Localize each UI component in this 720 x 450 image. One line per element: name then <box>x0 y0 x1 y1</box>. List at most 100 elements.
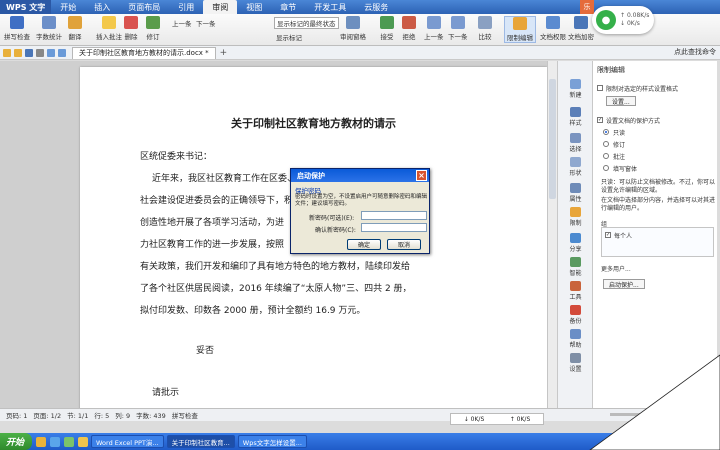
save-icon[interactable] <box>25 48 33 57</box>
option-form-radio[interactable] <box>603 165 609 171</box>
tools-icon <box>570 281 581 291</box>
speed-float-widget[interactable]: ↓ 0K/S ↑ 0K/S <box>450 413 544 425</box>
show-markup-dropdown[interactable]: 显示标记 <box>276 32 302 42</box>
doc-permission-button[interactable]: 文档权限 <box>540 16 566 41</box>
compare-button[interactable]: 比较 <box>478 16 492 41</box>
insert-comment-button[interactable]: 插入批注 <box>96 16 122 41</box>
start-button[interactable]: 开始 <box>0 433 33 450</box>
network-speed-widget[interactable]: ● ↑ 0.08K/s ↓ 0K/s <box>592 6 654 34</box>
show-markup-select[interactable]: 显示标记的最终状态 <box>274 17 339 29</box>
status-spellcheck[interactable]: 拼写检查 <box>172 410 198 420</box>
option-revision-label: 修订 <box>613 142 626 149</box>
format-limit-checkbox[interactable] <box>597 85 603 91</box>
confirm-password-input[interactable] <box>361 223 427 232</box>
review-pane-icon <box>346 16 360 29</box>
tab-references[interactable]: 引用 <box>169 0 203 14</box>
sidebar-item-styles[interactable]: 样式 <box>558 107 593 127</box>
status-wordcount[interactable]: 字数: 439 <box>136 410 166 420</box>
word-count-button[interactable]: 字数统计 <box>36 16 62 41</box>
app-menu-button[interactable]: WPS 文字 <box>0 0 52 14</box>
smart-icon <box>570 257 581 267</box>
translate-button[interactable]: 翻译 <box>68 16 82 41</box>
tab-chapter[interactable]: 章节 <box>271 0 305 14</box>
editing-limit-checkbox[interactable]: ✓ <box>597 117 603 123</box>
tab-cloud[interactable]: 云服务 <box>355 0 397 14</box>
sidebar-item-settings[interactable]: 设置 <box>558 353 593 373</box>
option-comment-label: 批注 <box>613 154 626 161</box>
new-icon <box>570 79 581 89</box>
tab-review[interactable]: 审阅 <box>203 0 238 14</box>
start-protection-button[interactable]: 启动保护... <box>603 279 645 289</box>
prev-change-button[interactable]: 上一条 <box>424 16 444 41</box>
doc-line-7: 了各个社区供居民阅读，2016 年续编了“太原人物”三、四共 2 册， <box>140 284 412 294</box>
undo-icon[interactable] <box>47 48 55 57</box>
status-bar: 页码: 1 页面: 1/2 节: 1/1 行: 5 列: 9 字数: 439 拼… <box>0 408 720 421</box>
ok-button[interactable]: 确定 <box>347 239 381 250</box>
document-tab[interactable]: 关于印制社区教育地方教材的请示.docx * <box>72 46 216 59</box>
sidebar-item-select[interactable]: 选择 <box>558 133 593 153</box>
readonly-note-2: 在文档中选择部分内容，并选择可以对其进行编辑的用户。 <box>601 197 716 212</box>
doc-encrypt-button[interactable]: 文档加密 <box>568 16 594 41</box>
ie-icon[interactable] <box>50 436 61 447</box>
option-readonly-radio[interactable] <box>603 129 609 135</box>
doc-line-4: 创造性地开展了各项学习活动，为进 <box>140 218 285 228</box>
redo-icon[interactable] <box>58 48 66 57</box>
sidebar-item-backup[interactable]: 备份 <box>558 305 593 325</box>
status-page: 页码: 1 <box>6 412 28 420</box>
review-pane-button[interactable]: 审阅窗格 <box>340 16 366 41</box>
delete-comment-button[interactable]: 删除 <box>124 16 138 41</box>
tab-layout[interactable]: 页面布局 <box>119 0 169 14</box>
next-change-button[interactable]: 下一条 <box>448 16 468 41</box>
dialog-description: 密码时设置为空，不设置启用户可随意删除密码和编辑文件；建议填写密码。 <box>295 194 428 207</box>
zoom-slider[interactable] <box>610 410 680 419</box>
command-search[interactable]: 点此查找命令 <box>674 47 716 57</box>
folder-icon[interactable] <box>78 436 89 447</box>
sidebar-item-smart[interactable]: 智能 <box>558 257 593 277</box>
tab-view[interactable]: 视图 <box>237 0 271 14</box>
prev-comment-link[interactable]: 上一条 <box>172 18 192 28</box>
sidebar-item-help[interactable]: 帮助 <box>558 329 593 349</box>
everyone-checkbox[interactable]: ✓ <box>605 232 611 238</box>
cancel-button[interactable]: 取消 <box>387 239 421 250</box>
new-tab-plus-icon[interactable]: + <box>220 48 228 58</box>
task-wps-howto[interactable]: Wps文字怎样设置... <box>237 435 307 448</box>
arrow-right-icon <box>450 16 465 29</box>
reject-button[interactable]: 拒绝 <box>402 16 416 41</box>
next-comment-link[interactable]: 下一条 <box>196 18 216 28</box>
task-word-excel-ppt[interactable]: Word Excel PPT演... <box>91 435 164 448</box>
tab-home[interactable]: 开始 <box>51 0 85 14</box>
sidebar-item-shapes[interactable]: 形状 <box>558 157 593 177</box>
sidebar-item-tools[interactable]: 工具 <box>558 281 593 301</box>
dialog-title: 启动保护 <box>297 171 325 180</box>
sidebar-item-new[interactable]: 新建 <box>558 79 593 99</box>
sidebar-item-share[interactable]: 分享 <box>558 233 593 253</box>
option-comment-radio[interactable] <box>603 153 609 159</box>
close-icon[interactable]: × <box>416 170 427 181</box>
media-icon[interactable] <box>64 436 75 447</box>
open-file-icon[interactable] <box>14 48 22 57</box>
restrict-editing-button[interactable]: 限制编辑 <box>504 16 536 43</box>
scroll-thumb[interactable] <box>549 79 556 199</box>
spell-check-icon <box>10 16 24 29</box>
tab-insert[interactable]: 插入 <box>85 0 119 14</box>
select-icon <box>570 133 581 143</box>
browser-icon[interactable] <box>36 436 47 447</box>
print-icon[interactable] <box>36 48 44 57</box>
sidebar-item-restrict[interactable]: 限制 <box>558 207 593 227</box>
new-password-input[interactable] <box>361 211 427 220</box>
quick-access-bar: 关于印制社区教育地方教材的请示.docx * + 点此查找命令 <box>0 46 720 60</box>
sidebar-item-properties[interactable]: 属性 <box>558 183 593 203</box>
task-wps-document[interactable]: 关于印制社区教育... <box>166 435 235 448</box>
option-revision-radio[interactable] <box>603 141 609 147</box>
new-file-icon[interactable] <box>3 48 11 57</box>
more-users-link[interactable]: 更多用户... <box>601 264 631 273</box>
accept-button[interactable]: 接受 <box>380 16 394 41</box>
vertical-scrollbar[interactable] <box>547 61 557 408</box>
spell-check-button[interactable]: 拼写检查 <box>4 16 30 41</box>
download-speed: 0K/s <box>626 20 640 27</box>
doc-line-3: 社会建设促进委员会的正确领导下，积 <box>140 196 294 206</box>
format-settings-button[interactable]: 设置... <box>606 96 636 106</box>
tab-developer[interactable]: 开发工具 <box>305 0 355 14</box>
user-avatar[interactable]: 乐 <box>580 0 594 14</box>
track-changes-button[interactable]: 修订 <box>146 16 160 41</box>
